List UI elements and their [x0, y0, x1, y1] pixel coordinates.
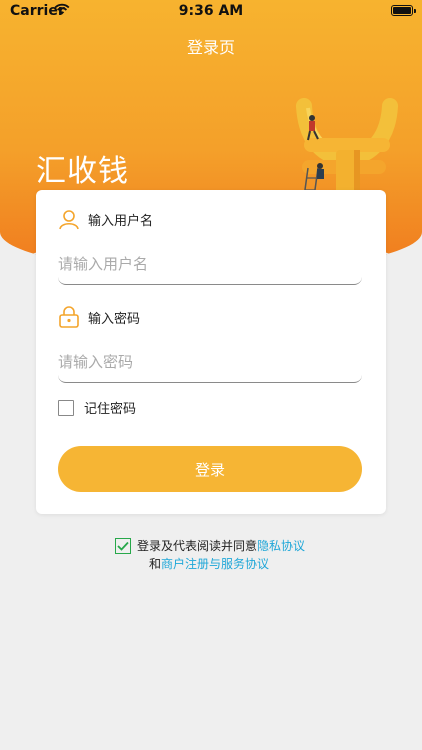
password-label-text: 输入密码 [88, 311, 141, 327]
app-name: 汇收钱 [36, 154, 129, 189]
checkmark-icon [117, 541, 129, 551]
agreement-connector: 和 [149, 557, 162, 571]
login-button[interactable]: 登录 [58, 446, 362, 492]
agreement-checkbox[interactable] [115, 538, 131, 554]
username-label: 输入用户名 [58, 208, 153, 230]
status-bar: Carrier 9:36 AM [0, 0, 422, 22]
privacy-link[interactable]: 隐私协议 [257, 537, 305, 555]
password-label: 输入密码 [58, 306, 140, 328]
remember-password[interactable]: 记住密码 [58, 398, 136, 417]
terms-link[interactable]: 商户注册与服务协议 [161, 557, 269, 571]
username-label-text: 输入用户名 [88, 213, 154, 229]
password-input[interactable] [58, 342, 362, 383]
remember-checkbox[interactable] [58, 399, 74, 416]
remember-label: 记住密码 [84, 402, 137, 417]
user-icon [59, 210, 79, 230]
agreement-prefix: 登录及代表阅读并同意 [137, 539, 258, 553]
battery-icon [391, 5, 416, 16]
username-input[interactable] [58, 244, 362, 285]
clock: 9:36 AM [178, 3, 244, 19]
page-title: 登录页 [186, 38, 235, 57]
lock-icon [59, 306, 79, 328]
login-card: 输入用户名 输入密码 记住密码 登录 [36, 190, 386, 514]
agreement: 登录及代表阅读并同意 隐私协议 和商户注册与服务协议 [115, 537, 305, 573]
